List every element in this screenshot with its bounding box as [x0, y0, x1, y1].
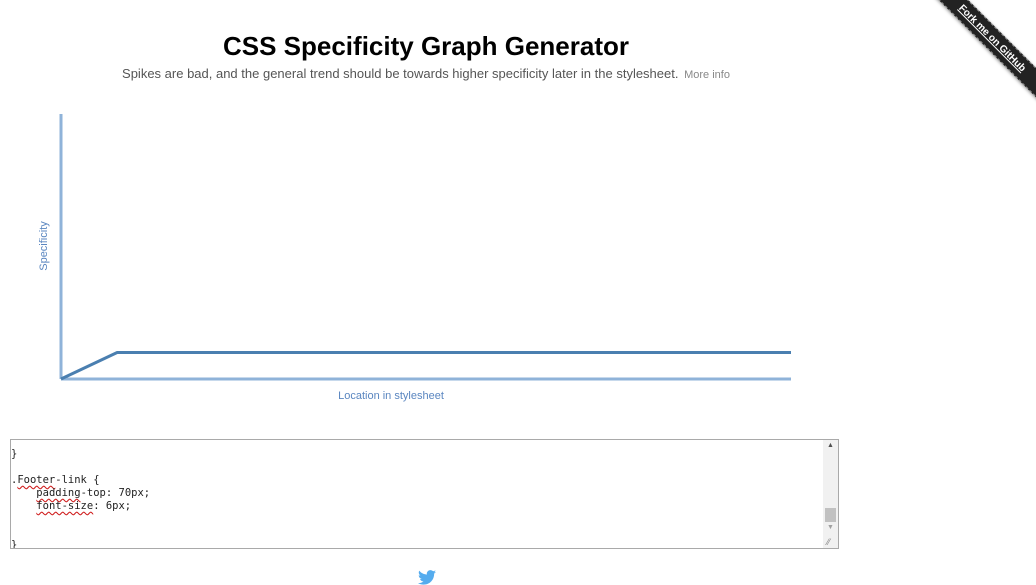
subtitle-text: Spikes are bad, and the general trend sh… — [122, 66, 679, 81]
page-title: CSS Specificity Graph Generator — [222, 31, 629, 61]
code-line: font-size: 6px; — [36, 500, 132, 512]
y-axis-label: Specificity — [38, 221, 50, 271]
x-axis-label: Location in stylesheet — [338, 390, 444, 402]
more-info-link[interactable]: More info — [684, 69, 730, 81]
css-code[interactable]: } .Footer-link { padding-top: 70px; font… — [11, 448, 822, 549]
scroll-thumb[interactable] — [825, 508, 836, 522]
specificity-series-line — [60, 351, 791, 381]
page-subtitle: Spikes are bad, and the general trend sh… — [0, 66, 852, 81]
code-line: padding-top: 70px; — [36, 487, 151, 499]
scroll-down-arrow-icon[interactable]: ▼ — [823, 524, 838, 531]
specificity-chart: Location in stylesheet Specificity — [38, 114, 791, 402]
fork-me-on-github-ribbon[interactable]: Fork me on GitHub — [926, 0, 1036, 107]
scroll-up-arrow-icon[interactable]: ▲ — [823, 442, 838, 449]
resize-handle-icon[interactable]: ⁄⁄ — [827, 537, 837, 547]
github-ribbon-container: Fork me on GitHub — [926, 0, 1036, 110]
vertical-scrollbar[interactable]: ▲ ▼ — [823, 440, 838, 548]
css-input-textarea[interactable]: } .Footer-link { padding-top: 70px; font… — [10, 439, 839, 549]
code-line: } — [11, 448, 18, 460]
code-line: .Footer-link { — [11, 474, 100, 486]
code-line: } — [11, 539, 18, 549]
twitter-bird-icon[interactable] — [417, 570, 437, 585]
